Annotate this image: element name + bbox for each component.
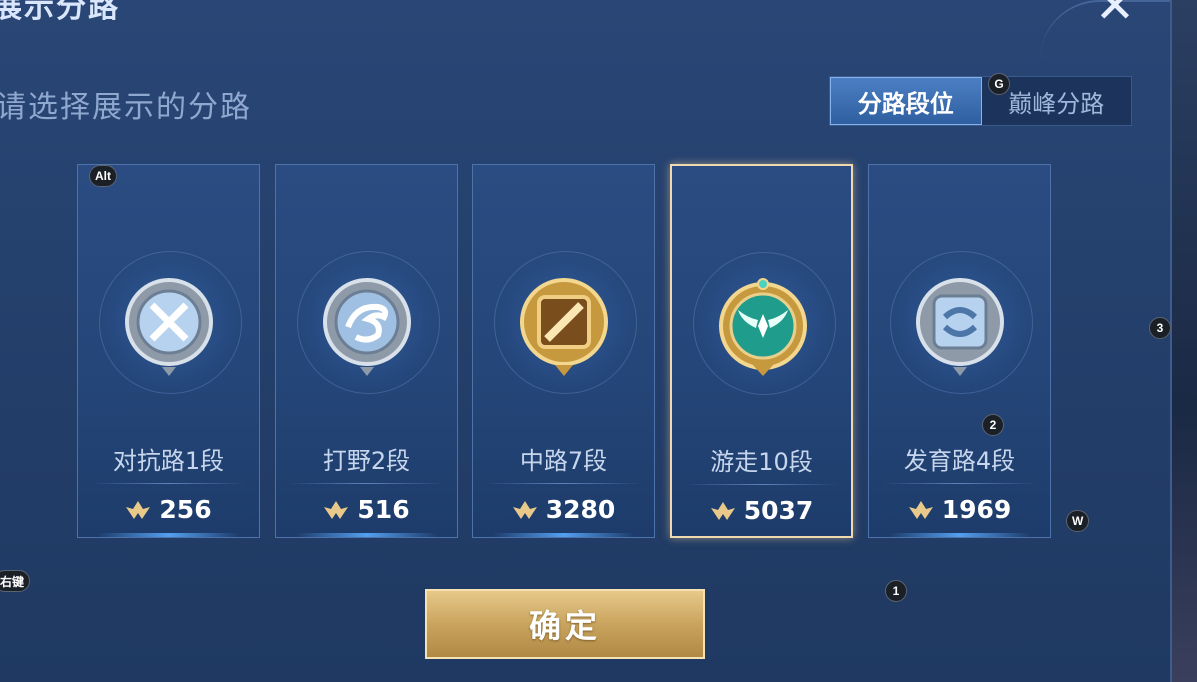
lane-card-mid[interactable]: 中路7段 3280 [472, 164, 655, 538]
lane-rank-label: 对抗路1段 [112, 447, 225, 475]
score-value: 5037 [743, 496, 814, 525]
score-row: 1969 [869, 495, 1050, 524]
tab-lane-rank[interactable]: 分路段位 [830, 77, 982, 125]
key-hint-alt: Alt [89, 165, 117, 187]
key-hint-w: W [1066, 510, 1090, 532]
lane-rank-label: 打野2段 [322, 447, 411, 475]
card-glow [493, 533, 634, 537]
staff-icon [520, 278, 608, 376]
tab-bar: 分路段位 巅峰分路 [829, 76, 1132, 126]
score-row: 5037 [672, 496, 851, 525]
lane-select-panel: 展示分路 ✕ 请选择展示的分路 分路段位 巅峰分路 对抗路1段 256 打野2段… [0, 0, 1170, 682]
score-value: 516 [357, 495, 410, 524]
page-title: 展示分路 [0, 0, 120, 25]
card-divider [684, 484, 839, 485]
score-value: 1969 [941, 495, 1012, 524]
lane-card-top[interactable]: 对抗路1段 256 [77, 164, 260, 538]
arrow-icon [916, 278, 1004, 376]
card-divider [485, 483, 642, 484]
lane-card-farm[interactable]: 发育路4段 1969 [868, 164, 1051, 538]
close-icon[interactable]: ✕ [1090, 0, 1140, 30]
rank-points-icon [126, 500, 151, 519]
score-row: 3280 [473, 495, 654, 524]
score-value: 256 [159, 495, 212, 524]
card-divider [881, 483, 1038, 484]
dragon-icon [323, 278, 411, 376]
key-hint-1: 1 [885, 580, 907, 602]
key-hint-right-click: 右键 [0, 570, 31, 592]
score-value: 3280 [545, 495, 616, 524]
lane-rank-label: 游走10段 [710, 448, 813, 476]
key-hint-2: 2 [982, 414, 1004, 436]
lane-card-roam[interactable]: 游走10段 5037 [670, 164, 853, 538]
card-glow [889, 533, 1030, 537]
confirm-button[interactable]: 确定 [425, 589, 705, 659]
lane-card-jungle[interactable]: 打野2段 516 [275, 164, 458, 538]
rank-points-icon [512, 500, 537, 519]
card-glow [296, 533, 437, 537]
score-row: 256 [78, 495, 259, 524]
card-divider [288, 483, 445, 484]
key-hint-3: 3 [1149, 317, 1171, 339]
rank-points-icon [908, 500, 933, 519]
lane-rank-label: 发育路4段 [903, 447, 1016, 475]
wings-icon [719, 278, 807, 376]
key-hint-g: G [988, 73, 1010, 95]
rank-points-icon [710, 501, 735, 520]
lane-rank-label: 中路7段 [519, 447, 608, 475]
crossed-swords-icon [125, 278, 213, 376]
score-row: 516 [276, 495, 457, 524]
rank-points-icon [324, 500, 349, 519]
background-strip [1170, 0, 1197, 682]
card-divider [90, 483, 247, 484]
card-glow [98, 533, 239, 537]
select-prompt: 请选择展示的分路 [0, 90, 252, 125]
